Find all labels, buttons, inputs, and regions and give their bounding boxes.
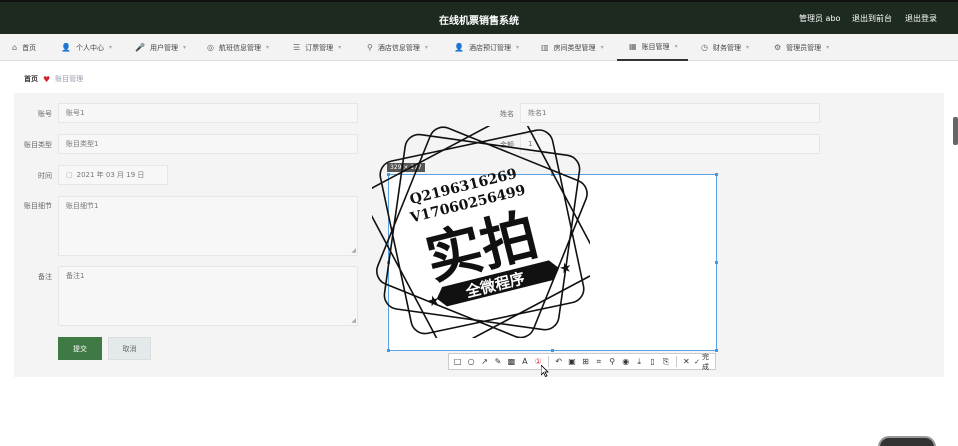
chevron-down-icon: ▾: [108, 44, 112, 51]
logout-link[interactable]: 退出登录: [905, 13, 937, 24]
top-bar: 在线机票销售系统 管理员 abo 退出到前台 退出登录: [0, 0, 958, 34]
chevron-down-icon: ▾: [424, 44, 428, 51]
nav-item-ticket-manage[interactable]: ☰ 订票管理 ▾: [293, 34, 341, 61]
account-type-label: 账目类型: [24, 141, 52, 149]
account-type-input[interactable]: 账目类型1: [58, 134, 358, 154]
heart-icon: ♥: [43, 74, 51, 84]
scrollbar[interactable]: [953, 117, 958, 145]
pin-icon[interactable]: ⚲: [607, 355, 618, 369]
account-input[interactable]: 账号1: [58, 103, 358, 123]
undo-icon[interactable]: ↶: [553, 355, 564, 369]
svg-text:★: ★: [558, 259, 574, 278]
nav-item-hotel-booking[interactable]: 👤 酒店预订管理 ▾: [454, 34, 519, 61]
download-icon[interactable]: ⤓: [633, 355, 644, 369]
resize-grip-icon[interactable]: ◢: [351, 318, 356, 324]
nav-item-user-manage[interactable]: 🎤 用户管理 ▾: [135, 34, 186, 61]
gear-icon: ⚙: [774, 43, 782, 52]
ellipse-icon[interactable]: ○: [465, 355, 476, 369]
watermark-stamp: Q2196316269 V17060256499 实拍 全微程序 ★ ★: [372, 126, 590, 338]
location-icon: ⚲: [367, 43, 373, 52]
arrow-icon[interactable]: ↗: [479, 355, 490, 369]
resize-grip-icon[interactable]: ◢: [351, 248, 356, 254]
mouse-cursor-icon: [541, 365, 549, 377]
ocr-icon[interactable]: ⌗: [593, 355, 604, 369]
nav-item-personal-center[interactable]: 👤 个人中心 ▾: [61, 34, 112, 61]
main-nav: ⌂ 首页 👤 个人中心 ▾ 🎤 用户管理 ▾ ◎ 航班信息管理 ▾ ☰ 订票管理…: [0, 34, 958, 61]
close-icon[interactable]: ✕: [681, 355, 692, 369]
bookmark-icon[interactable]: ⎘: [660, 355, 671, 369]
chevron-down-icon: ▾: [826, 44, 830, 51]
toolbar-divider: [675, 356, 677, 367]
clock-icon: ◷: [701, 43, 708, 52]
breadcrumb-home[interactable]: 首页: [24, 74, 38, 84]
check-icon: ✓: [694, 357, 700, 366]
person-icon: 👤: [61, 43, 71, 52]
name-input[interactable]: 姓名1: [520, 103, 820, 123]
bar-chart-icon: ▥: [541, 43, 549, 52]
mosaic-icon[interactable]: ▩: [506, 355, 517, 369]
nav-item-flight-info[interactable]: ◎ 航班信息管理 ▾: [207, 34, 269, 61]
detail-label: 账目细节: [24, 202, 52, 210]
translate-icon[interactable]: ⊞: [580, 355, 591, 369]
nav-item-admin-manage[interactable]: ⚙ 管理员管理 ▾: [774, 34, 829, 61]
cancel-button[interactable]: 取消: [108, 337, 151, 360]
admin-user-label: 管理员 abo: [799, 14, 841, 23]
floating-widget[interactable]: [878, 436, 936, 446]
nav-item-finance[interactable]: ◷ 财务管理 ▾: [701, 34, 749, 61]
date-input[interactable]: ▢ 2021 年 03 月 19 日: [58, 165, 168, 185]
detail-textarea[interactable]: 账目细节1 ◢: [58, 196, 358, 256]
name-label: 姓名: [500, 110, 514, 118]
back-to-front-link[interactable]: 退出到前台: [852, 13, 892, 24]
text-icon[interactable]: A: [519, 355, 530, 369]
chevron-down-icon: ▾: [515, 44, 519, 51]
nav-item-hotel-info[interactable]: ⚲ 酒店信息管理 ▾: [367, 34, 428, 61]
breadcrumb-current: 账目管理: [55, 75, 84, 83]
pen-icon[interactable]: ✎: [492, 355, 503, 369]
compass-icon: ◎: [207, 43, 214, 52]
chevron-down-icon: ▾: [600, 44, 604, 51]
resize-handle[interactable]: [551, 349, 554, 352]
remark-textarea[interactable]: 备注1 ◢: [58, 266, 358, 326]
phone-icon[interactable]: ▯: [647, 355, 658, 369]
record-icon[interactable]: ◉: [620, 355, 631, 369]
done-button[interactable]: ✓ 完成: [694, 353, 715, 371]
chevron-down-icon: ▾: [182, 44, 186, 51]
nav-item-account-manage[interactable]: ▦ 账目管理 ▾: [617, 34, 688, 61]
resize-handle[interactable]: [387, 349, 390, 352]
mic-icon: 🎤: [135, 43, 145, 52]
chevron-down-icon: ▾: [265, 44, 269, 51]
resize-handle[interactable]: [715, 261, 718, 264]
rectangle-icon[interactable]: □: [452, 355, 463, 369]
gallery-icon[interactable]: ▣: [566, 355, 577, 369]
calendar-icon: ▢: [66, 171, 73, 179]
chevron-down-icon: ▾: [338, 44, 342, 51]
chevron-down-icon: ▾: [745, 44, 749, 51]
list-icon: ☰: [293, 43, 301, 52]
submit-button[interactable]: 提交: [58, 337, 102, 360]
breadcrumb: 首页 ♥ 账目管理: [24, 74, 83, 84]
remark-label: 备注: [38, 273, 52, 281]
capture-toolbar: □ ○ ↗ ✎ ▩ A ① ↶ ▣ ⊞ ⌗ ⚲ ◉ ⤓ ▯ ⎘ ✕ ✓ 完成: [448, 353, 716, 371]
time-label: 时间: [38, 172, 52, 180]
resize-handle[interactable]: [715, 349, 718, 352]
account-label: 账号: [38, 110, 52, 118]
nav-item-home[interactable]: ⌂ 首页: [12, 34, 36, 61]
resize-handle[interactable]: [715, 173, 718, 176]
nav-item-room-type[interactable]: ▥ 房间类型管理 ▾: [541, 34, 604, 61]
home-icon: ⌂: [12, 43, 18, 52]
calendar-icon: ▦: [629, 42, 637, 51]
chevron-down-icon: ▾: [674, 43, 678, 50]
person-icon: 👤: [454, 43, 464, 52]
